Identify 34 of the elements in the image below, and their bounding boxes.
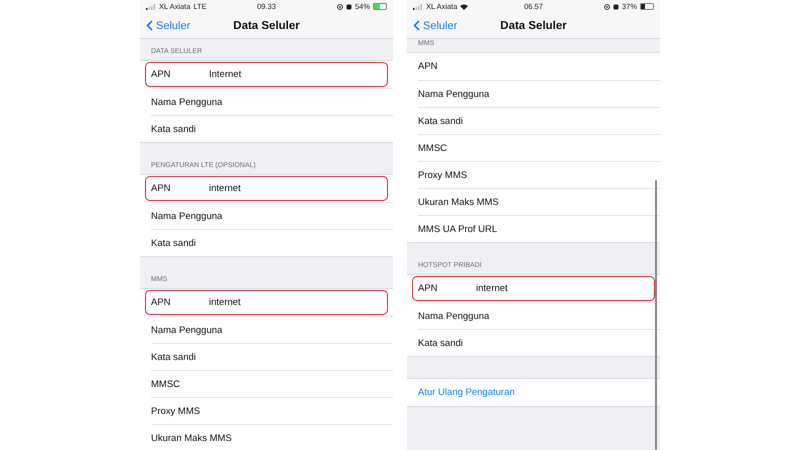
battery-icon bbox=[373, 3, 387, 10]
scrollbar[interactable] bbox=[655, 180, 657, 450]
settings-row[interactable]: Proxy MMS bbox=[151, 397, 393, 424]
settings-row[interactable]: Proxy MMS bbox=[418, 161, 660, 188]
chevron-left-icon bbox=[413, 20, 420, 31]
settings-row[interactable]: APN Internet bbox=[145, 62, 388, 87]
settings-row[interactable]: APN internet bbox=[145, 290, 388, 315]
settings-row[interactable]: Nama Pengguna bbox=[151, 316, 393, 343]
settings-row[interactable]: Kata sandi bbox=[151, 229, 393, 256]
screen-title: Data Seluler bbox=[500, 20, 567, 32]
settings-row[interactable]: APN internet bbox=[145, 176, 388, 201]
signal-icon bbox=[413, 4, 423, 10]
settings-row[interactable]: Nama Pengguna bbox=[151, 88, 393, 115]
location-icon bbox=[336, 4, 343, 10]
settings-row[interactable]: Kata sandi bbox=[418, 107, 660, 134]
alarm-icon bbox=[612, 4, 619, 10]
battery-icon bbox=[640, 3, 654, 10]
settings-row[interactable]: APN internet bbox=[412, 276, 655, 301]
signal-icon bbox=[146, 4, 156, 10]
chevron-left-icon bbox=[146, 20, 153, 31]
reset-settings-link[interactable]: Atur Ulang Pengaturan bbox=[407, 379, 660, 406]
settings-row[interactable]: MMSC bbox=[151, 370, 393, 397]
settings-row[interactable]: Ukuran Maks MMS bbox=[151, 424, 393, 450]
back-button[interactable]: Seluler bbox=[407, 20, 464, 32]
settings-row[interactable]: Nama Pengguna bbox=[418, 80, 660, 107]
settings-row[interactable]: Nama Pengguna bbox=[151, 202, 393, 229]
screen-title: Data Seluler bbox=[233, 20, 300, 32]
alarm-icon bbox=[346, 4, 352, 10]
settings-row[interactable]: APN bbox=[407, 53, 660, 80]
location-icon bbox=[604, 4, 610, 10]
back-button[interactable]: Seluler bbox=[140, 20, 196, 32]
settings-row[interactable]: Kata sandi bbox=[151, 343, 393, 370]
settings-row[interactable]: MMSC bbox=[418, 134, 660, 161]
settings-row[interactable]: Kata sandi bbox=[151, 115, 393, 142]
